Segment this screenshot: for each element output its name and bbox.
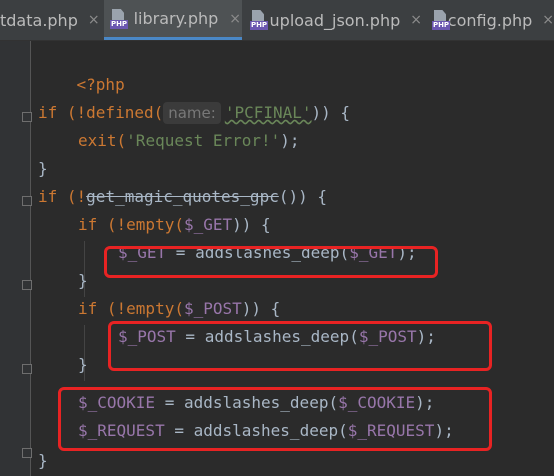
variable: $_POST	[183, 299, 242, 318]
code-token: )) {	[232, 215, 271, 234]
variable: $_GET	[183, 215, 233, 234]
code-editor[interactable]: <?php if (!defined(name: 'PCFINAL')) { ex…	[0, 41, 554, 476]
fold-marker-icon[interactable]	[22, 448, 32, 458]
tab-upload-json[interactable]: PHP upload_json.php ×	[250, 0, 422, 40]
deprecated-function: get_magic_quotes_gpc	[86, 187, 279, 206]
closing-brace: }	[38, 451, 48, 470]
if-keyword: if (!	[38, 187, 87, 206]
php-file-icon: PHP	[250, 10, 268, 30]
tab-label: config.php	[447, 10, 533, 30]
code-line: if (!defined(name: 'PCFINAL')) {	[38, 99, 350, 127]
tab-tdata[interactable]: tdata.php ×	[0, 0, 100, 40]
code-token: )) {	[241, 299, 281, 318]
fold-marker-icon[interactable]	[22, 364, 32, 374]
tab-library[interactable]: PHP library.php ×	[104, 0, 242, 40]
if-defined-start: if (!defined(	[38, 103, 164, 122]
tab-label: tdata.php	[0, 10, 78, 30]
code-line: exit('Request Error!');	[78, 127, 300, 155]
string-literal: 'PCFINAL'	[224, 103, 312, 122]
code-token: );	[280, 131, 300, 150]
closing-brace: }	[78, 271, 88, 290]
code-line: <?php	[38, 43, 125, 94]
code-line: if (!empty($_GET)) {	[78, 211, 271, 239]
code-line: }	[78, 351, 88, 379]
close-icon[interactable]: ×	[228, 11, 242, 27]
parameter-hint: name:	[163, 102, 221, 124]
code-line: if (!empty($_POST)) {	[78, 295, 280, 323]
close-icon[interactable]: ×	[88, 12, 100, 28]
code-token: )) {	[311, 103, 351, 122]
php-open-tag: <?php	[76, 75, 125, 94]
highlight-box-get	[104, 246, 438, 278]
fold-marker-icon[interactable]	[22, 112, 32, 122]
editor-tab-bar: tdata.php × PHP library.php × PHP upload…	[0, 0, 554, 41]
close-icon[interactable]: ×	[410, 12, 422, 28]
fold-marker-icon[interactable]	[22, 280, 32, 290]
string-literal: 'Request Error!'	[126, 131, 281, 150]
tab-config[interactable]: PHP config.php ×	[432, 0, 554, 40]
php-file-icon: PHP	[432, 10, 450, 30]
highlight-box-post	[108, 321, 492, 371]
code-token: ()) {	[278, 187, 327, 206]
exit-call: exit(	[78, 131, 127, 150]
code-line: }	[78, 267, 88, 295]
code-line: if (!get_magic_quotes_gpc()) {	[38, 183, 327, 211]
fold-marker-icon[interactable]	[22, 196, 32, 206]
tab-label: library.php	[133, 9, 219, 28]
code-line: }	[38, 155, 48, 183]
highlight-box-cookie-request	[58, 387, 492, 451]
closing-brace: }	[38, 159, 48, 178]
close-icon[interactable]: ×	[542, 12, 554, 28]
php-file-icon: PHP	[110, 8, 128, 29]
closing-brace: }	[78, 355, 88, 374]
code-line: }	[38, 447, 48, 475]
if-empty: if (!empty(	[78, 215, 184, 234]
if-empty: if (!empty(	[78, 299, 184, 318]
tab-label: upload_json.php	[269, 10, 401, 30]
